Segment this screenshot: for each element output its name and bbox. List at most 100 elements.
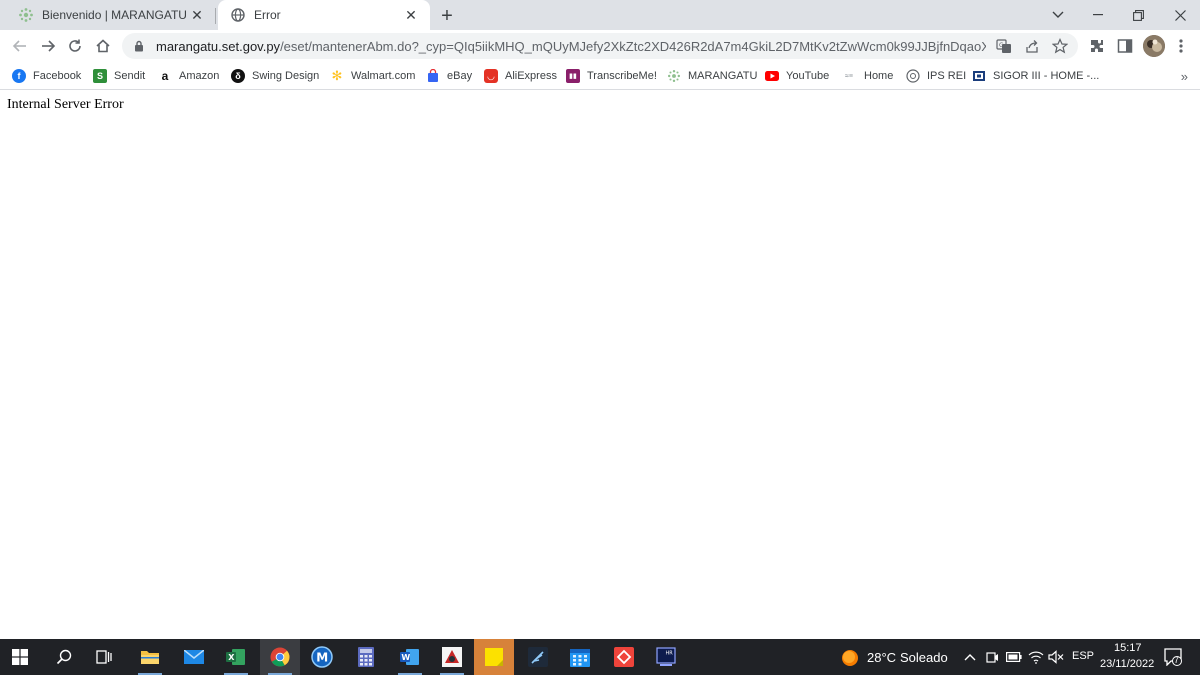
taskbar-monitor-app[interactable]: HR xyxy=(646,639,686,675)
anydesk-icon xyxy=(614,647,634,667)
sigor-icon xyxy=(972,69,986,83)
forward-button[interactable] xyxy=(36,34,60,58)
bookmark-ebay[interactable]: eBay xyxy=(426,66,472,86)
battery-icon[interactable] xyxy=(1006,649,1022,665)
home-button[interactable] xyxy=(91,34,115,58)
extensions-icon[interactable] xyxy=(1088,37,1106,55)
bookmark-label: eBay xyxy=(447,70,473,82)
tab-error[interactable]: Error ✕ xyxy=(218,0,430,30)
swing-design-icon: δ xyxy=(231,69,245,83)
minimize-button[interactable] xyxy=(1078,0,1118,30)
restore-button[interactable] xyxy=(1118,0,1158,30)
taskbar-chrome[interactable] xyxy=(260,639,300,675)
ebay-icon xyxy=(426,69,440,83)
bookmark-transcribeme[interactable]: ▮▮ TranscribeMe! xyxy=(566,66,657,86)
taskbar-excel[interactable]: X xyxy=(216,639,256,675)
mail-icon xyxy=(184,650,204,664)
address-bar[interactable]: marangatu.set.gov.py/eset/mantenerAbm.do… xyxy=(122,33,1078,59)
facebook-icon: f xyxy=(12,69,26,83)
arrow-left-icon xyxy=(12,40,26,52)
folder-icon xyxy=(141,651,159,664)
input-language[interactable]: ESP xyxy=(1072,650,1094,662)
profile-avatar[interactable] xyxy=(1143,35,1165,57)
taskbar-file-explorer[interactable] xyxy=(130,639,170,675)
bookmark-label: TranscribeMe! xyxy=(587,70,657,82)
lock-icon[interactable] xyxy=(132,39,146,53)
taskbar-app-red[interactable] xyxy=(432,639,472,675)
taskbar-search-button[interactable] xyxy=(44,639,84,675)
taskbar-feather-app[interactable] xyxy=(518,639,558,675)
tab-bienvenido-marangatu[interactable]: Bienvenido | MARANGATU ✕ xyxy=(6,0,216,30)
svg-text:W: W xyxy=(401,653,410,662)
windows-taskbar: X M W HR 28°C Soleado ESP 15:17 23/11/20… xyxy=(0,639,1200,675)
taskbar-calendar[interactable] xyxy=(560,639,600,675)
amazon-icon: a xyxy=(161,69,169,83)
taskbar-mail[interactable] xyxy=(174,639,214,675)
bookmark-amazon[interactable]: a Amazon xyxy=(158,66,220,86)
notification-center-icon[interactable] xyxy=(1164,648,1182,666)
tab-search-button[interactable] xyxy=(1038,0,1078,30)
new-tab-button[interactable]: + xyxy=(436,5,458,27)
show-hidden-icons-icon[interactable] xyxy=(962,649,978,665)
bookmark-sendit[interactable]: S Sendit xyxy=(93,66,145,86)
bookmark-label: IPS REI xyxy=(927,70,967,82)
share-icon[interactable] xyxy=(1024,38,1040,54)
start-button[interactable] xyxy=(0,639,40,675)
bookmark-youtube[interactable]: YouTube xyxy=(765,66,829,86)
reload-icon xyxy=(69,39,81,52)
error-message: Internal Server Error xyxy=(7,97,124,112)
close-window-button[interactable] xyxy=(1160,0,1200,30)
taskbar-calculator[interactable] xyxy=(346,639,386,675)
volume-muted-icon[interactable] xyxy=(1048,649,1064,665)
tab-title: Bienvenido | MARANGATU xyxy=(42,8,187,22)
weather-condition[interactable]: Soleado xyxy=(900,650,948,665)
close-tab-icon[interactable]: ✕ xyxy=(402,6,420,24)
bookmarks-overflow-button[interactable]: » xyxy=(1181,66,1188,86)
bookmark-label: SIGOR III - HOME -... xyxy=(993,70,1100,82)
bookmarks-bar: f Facebook S Sendit a Amazon δ Swing Des… xyxy=(0,62,1200,90)
bookmark-ips-rei[interactable]: IPS REI xyxy=(906,66,966,86)
back-button[interactable] xyxy=(8,34,32,58)
chevron-down-icon xyxy=(1052,11,1064,18)
bookmark-aliexpress[interactable]: ◡ AliExpress xyxy=(484,66,557,86)
kebab-menu-icon xyxy=(1179,39,1183,53)
side-panel-icon[interactable] xyxy=(1116,37,1134,55)
taskbar-m-app[interactable]: M xyxy=(302,639,342,675)
bookmark-label: Home xyxy=(864,70,894,82)
aliexpress-icon: ◡ xyxy=(484,69,498,83)
reload-button[interactable] xyxy=(63,34,87,58)
task-view-button[interactable] xyxy=(84,639,124,675)
bookmark-swing-design[interactable]: δ Swing Design xyxy=(231,66,319,86)
word-icon: W xyxy=(400,649,419,665)
excel-icon: X xyxy=(226,649,245,665)
minimize-icon xyxy=(1093,14,1103,16)
page-content: Internal Server Error xyxy=(0,91,1200,639)
bookmark-home[interactable]: ≈≡ Home xyxy=(841,66,893,86)
taskbar-word[interactable]: W xyxy=(390,639,430,675)
calculator-icon xyxy=(358,647,374,667)
meet-now-icon[interactable] xyxy=(984,649,1000,665)
close-tab-icon[interactable]: ✕ xyxy=(188,6,206,24)
wifi-icon[interactable] xyxy=(1028,649,1044,665)
bookmark-label: Facebook xyxy=(33,70,82,82)
bookmark-walmart[interactable]: ✻ Walmart.com xyxy=(330,66,416,86)
marangatu-icon xyxy=(18,7,34,23)
bookmark-label: AliExpress xyxy=(505,70,557,82)
weather-sun-icon[interactable] xyxy=(840,648,860,668)
chrome-menu-button[interactable] xyxy=(1172,37,1190,55)
taskbar-anydesk[interactable] xyxy=(604,639,644,675)
clock-date[interactable]: 23/11/2022 xyxy=(1100,658,1154,670)
taskbar-sticky-notes[interactable] xyxy=(474,639,514,675)
translate-icon[interactable]: G xyxy=(996,38,1012,54)
search-icon xyxy=(56,649,72,665)
tab-strip: Bienvenido | MARANGATU ✕ Error ✕ + xyxy=(0,0,1200,30)
weather-temperature[interactable]: 28°C xyxy=(867,650,896,665)
clock-time[interactable]: 15:17 xyxy=(1114,642,1142,654)
bookmark-marangatu[interactable]: MARANGATU xyxy=(667,66,757,86)
arrow-right-icon xyxy=(42,40,56,52)
windows-logo-icon xyxy=(12,649,28,665)
bookmark-facebook[interactable]: f Facebook xyxy=(12,66,81,86)
bookmark-star-icon[interactable] xyxy=(1052,38,1068,54)
chrome-icon xyxy=(270,647,290,667)
bookmark-sigor[interactable]: SIGOR III - HOME -... xyxy=(972,66,1099,86)
